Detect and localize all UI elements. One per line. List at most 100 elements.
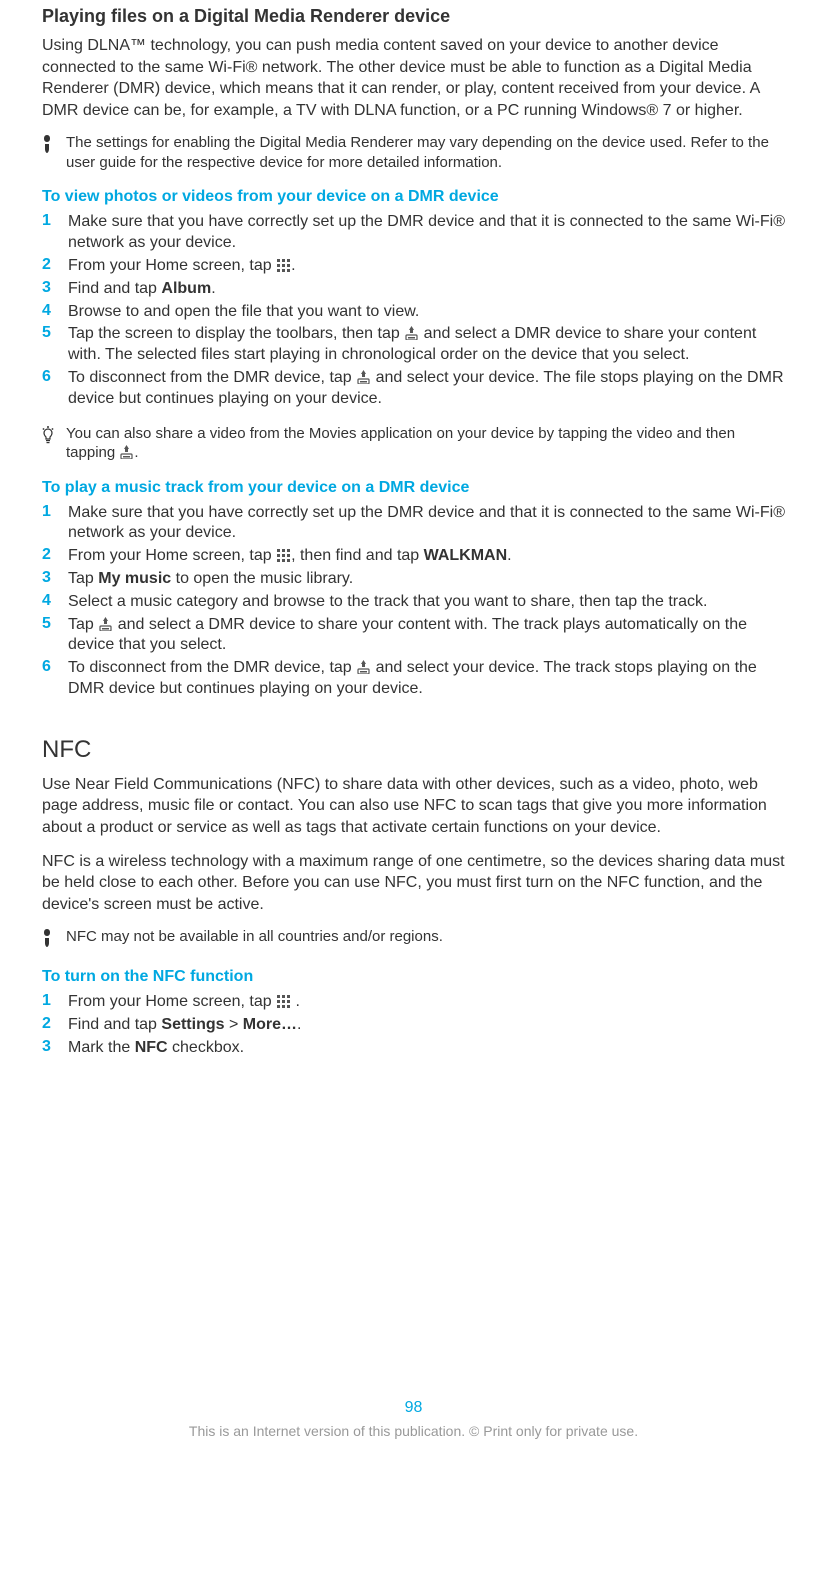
step-text-part: Tap — [68, 616, 98, 633]
body-text: Using DLNA™ technology, you can push med… — [42, 35, 785, 121]
step-number: 3 — [42, 569, 62, 587]
procedure-heading: To turn on the NFC function — [42, 968, 785, 986]
step-number: 6 — [42, 368, 62, 386]
step-text: Make sure that you have correctly set up… — [68, 212, 785, 254]
important-icon — [42, 929, 56, 952]
step-row: 4 Browse to and open the file that you w… — [42, 302, 785, 323]
step-text-part: to open the music library. — [171, 570, 353, 587]
step-text-part: > — [225, 1016, 243, 1033]
bold-label: My music — [98, 570, 171, 587]
body-text: Use Near Field Communications (NFC) to s… — [42, 774, 785, 839]
step-text-part: Mark the — [68, 1039, 135, 1056]
step-text-part: . — [291, 993, 300, 1010]
cast-device-icon — [99, 617, 112, 631]
important-icon — [42, 135, 56, 158]
step-text-part: From your Home screen, tap — [68, 257, 276, 274]
step-number: 3 — [42, 1038, 62, 1056]
step-text: Mark the NFC checkbox. — [68, 1038, 785, 1059]
body-text: NFC is a wireless technology with a maxi… — [42, 851, 785, 916]
step-row: 1 Make sure that you have correctly set … — [42, 212, 785, 254]
tip-lightbulb-icon — [42, 426, 56, 449]
section-heading-dmr: Playing files on a Digital Media Rendere… — [42, 6, 785, 27]
step-row: 6 To disconnect from the DMR device, tap… — [42, 368, 785, 410]
page-number: 98 — [42, 1399, 785, 1417]
step-number: 1 — [42, 992, 62, 1010]
step-row: 3 Tap My music to open the music library… — [42, 569, 785, 590]
cast-device-icon — [120, 445, 133, 459]
step-row: 4 Select a music category and browse to … — [42, 592, 785, 613]
step-text: From your Home screen, tap . — [68, 992, 785, 1013]
step-text-part: Tap — [68, 570, 98, 587]
note-text: You can also share a video from the Movi… — [66, 424, 785, 463]
step-text-part: . — [507, 547, 511, 564]
bold-label: More… — [243, 1016, 297, 1033]
step-text: To disconnect from the DMR device, tap a… — [68, 658, 785, 700]
note-text: The settings for enabling the Digital Me… — [66, 133, 785, 172]
step-list: 1 From your Home screen, tap . 2 Find an… — [42, 992, 785, 1058]
step-row: 3 Mark the NFC checkbox. — [42, 1038, 785, 1059]
step-list: 1 Make sure that you have correctly set … — [42, 212, 785, 409]
apps-grid-icon — [277, 259, 290, 272]
step-text-part: , then find and tap — [291, 547, 424, 564]
step-text: Select a music category and browse to th… — [68, 592, 785, 613]
step-text-part: Find and tap — [68, 280, 161, 297]
step-row: 2 Find and tap Settings > More…. — [42, 1015, 785, 1036]
step-text: Find and tap Album. — [68, 279, 785, 300]
apps-grid-icon — [277, 549, 290, 562]
section-heading-nfc: NFC — [42, 736, 785, 764]
step-number: 1 — [42, 212, 62, 230]
note-text: NFC may not be available in all countrie… — [66, 927, 443, 947]
footer-text: This is an Internet version of this publ… — [42, 1423, 785, 1439]
note-row-important: The settings for enabling the Digital Me… — [42, 133, 785, 172]
step-text-part: From your Home screen, tap — [68, 993, 276, 1010]
procedure-heading: To view photos or videos from your devic… — [42, 188, 785, 206]
step-number: 5 — [42, 615, 62, 633]
step-text: From your Home screen, tap . — [68, 256, 785, 277]
bold-label: WALKMAN — [424, 547, 508, 564]
step-row: 3 Find and tap Album. — [42, 279, 785, 300]
step-list: 1 Make sure that you have correctly set … — [42, 503, 785, 700]
cast-device-icon — [357, 660, 370, 674]
step-text: To disconnect from the DMR device, tap a… — [68, 368, 785, 410]
step-number: 2 — [42, 1015, 62, 1033]
step-row: 5 Tap the screen to display the toolbars… — [42, 324, 785, 366]
step-number: 1 — [42, 503, 62, 521]
step-text-part: To disconnect from the DMR device, tap — [68, 659, 356, 676]
step-text-part: Tap the screen to display the toolbars, … — [68, 325, 404, 342]
note-row-important: NFC may not be available in all countrie… — [42, 927, 785, 952]
step-row: 1 From your Home screen, tap . — [42, 992, 785, 1013]
step-number: 2 — [42, 256, 62, 274]
step-text: Find and tap Settings > More…. — [68, 1015, 785, 1036]
note-row-tip: You can also share a video from the Movi… — [42, 424, 785, 463]
step-row: 2 From your Home screen, tap . — [42, 256, 785, 277]
step-text: Make sure that you have correctly set up… — [68, 503, 785, 545]
step-text: Tap the screen to display the toolbars, … — [68, 324, 785, 366]
tip-text-part: You can also share a video from the Movi… — [66, 425, 735, 462]
apps-grid-icon — [277, 995, 290, 1008]
bold-label: NFC — [135, 1039, 168, 1056]
cast-device-icon — [357, 370, 370, 384]
step-number: 6 — [42, 658, 62, 676]
step-text: From your Home screen, tap , then find a… — [68, 546, 785, 567]
bold-label: Settings — [161, 1016, 224, 1033]
step-text: Tap My music to open the music library. — [68, 569, 785, 590]
step-text-part: checkbox. — [168, 1039, 244, 1056]
step-number: 4 — [42, 302, 62, 320]
step-text-part: and select a DMR device to share your co… — [68, 616, 747, 654]
step-text-part: From your Home screen, tap — [68, 547, 276, 564]
step-text-part: . — [211, 280, 215, 297]
step-row: 2 From your Home screen, tap , then find… — [42, 546, 785, 567]
step-text-part: . — [297, 1016, 301, 1033]
step-text-part: . — [291, 257, 295, 274]
step-number: 4 — [42, 592, 62, 610]
step-row: 6 To disconnect from the DMR device, tap… — [42, 658, 785, 700]
step-number: 3 — [42, 279, 62, 297]
step-text-part: To disconnect from the DMR device, tap — [68, 369, 356, 386]
step-text-part: Find and tap — [68, 1016, 161, 1033]
step-row: 1 Make sure that you have correctly set … — [42, 503, 785, 545]
step-row: 5 Tap and select a DMR device to share y… — [42, 615, 785, 657]
tip-text-part: . — [134, 444, 138, 461]
step-number: 5 — [42, 324, 62, 342]
procedure-heading: To play a music track from your device o… — [42, 479, 785, 497]
step-text: Tap and select a DMR device to share you… — [68, 615, 785, 657]
